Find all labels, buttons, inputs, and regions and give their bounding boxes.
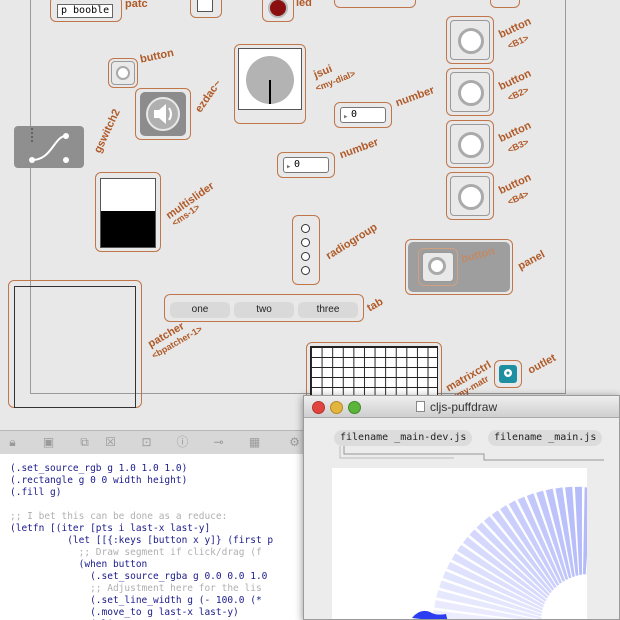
toggle[interactable] <box>197 0 213 12</box>
code-line: ;; Adjustment here for the lis <box>10 583 262 594</box>
close-icon[interactable] <box>312 401 325 414</box>
number-box-2-value: 0 <box>294 159 301 170</box>
slider-icon[interactable]: ⊸ <box>212 436 225 449</box>
code-line: (.set_source_rgb g 1.0 1.0 1.0) <box>10 463 188 474</box>
code-line: (.rectangle g 0 0 width height) <box>10 475 188 486</box>
filename-main-button[interactable]: filename _main.js <box>488 430 603 446</box>
outlet-icon <box>504 369 512 377</box>
chart-icon[interactable]: ⊡ <box>140 436 153 449</box>
stroke-segment <box>583 487 587 575</box>
filename-dev-button[interactable]: filename _main-dev.js <box>334 430 473 446</box>
matrixctrl[interactable] <box>310 346 438 402</box>
code-line: (.set_source_rgba g 0.0 0.0 1.0 <box>10 571 268 582</box>
gear-icon[interactable]: ⚙ <box>288 436 301 449</box>
jsui-dial[interactable] <box>238 48 302 110</box>
led-label: led <box>296 0 312 9</box>
number-box-1-value: 0 <box>351 109 358 120</box>
drawing <box>412 486 587 619</box>
button-b3[interactable] <box>450 124 490 164</box>
window-titlebar: cljs-puffdraw <box>304 396 619 418</box>
multislider[interactable] <box>100 178 156 248</box>
info-icon[interactable]: ⓘ <box>176 436 189 449</box>
object-box[interactable]: p booble <box>57 4 113 18</box>
tab-two[interactable]: two <box>234 302 294 318</box>
document-icon <box>416 401 425 412</box>
code-line: (letfn [(iter [pts i last-x last-y] <box>10 523 211 534</box>
code-line: (when button <box>10 559 148 570</box>
top-object-frame <box>334 0 416 8</box>
cljs-window: cljs-puffdraw filename _main-dev.js file… <box>303 395 620 620</box>
button-b4[interactable] <box>450 176 490 216</box>
number-box-1[interactable]: ▸ 0 <box>340 107 386 123</box>
panel-bang-button[interactable] <box>422 252 454 282</box>
bang-button[interactable] <box>111 61 135 85</box>
gswitch2[interactable] <box>14 126 84 168</box>
window-title: cljs-puffdraw <box>430 400 498 414</box>
number-box-2[interactable]: ▸ 0 <box>283 157 329 173</box>
dial-icon <box>246 56 294 104</box>
code-line: (.move_to g last-x last-y) <box>10 607 239 618</box>
button-b2[interactable] <box>450 72 490 112</box>
patch-cords <box>339 446 604 461</box>
draw-canvas[interactable] <box>332 468 587 619</box>
button-b1[interactable] <box>450 20 490 60</box>
patcher-label-top: patc <box>125 0 148 10</box>
speaker-icon <box>146 97 180 131</box>
patcher-toolbar: 🔒︎ ▣ ⧉ ☒ ⊡ ⓘ ⊸ ▦ ⚙ <box>0 430 310 454</box>
lock-icon[interactable]: 🔒︎ <box>6 436 19 449</box>
presentation-icon[interactable]: ▣ <box>42 436 55 449</box>
tab-one[interactable]: one <box>170 302 230 318</box>
code-line: ;; Draw segment if click/drag (f <box>10 547 262 558</box>
code-line: (.set_line_width g (- 100.0 (* <box>10 595 262 606</box>
ezdac-button[interactable] <box>140 92 186 136</box>
code-line: (.fill g) <box>10 487 62 498</box>
bpatcher[interactable] <box>14 286 136 408</box>
connect-icon[interactable]: ⧉ <box>78 436 91 449</box>
top-right-frame <box>490 0 520 8</box>
patcher-canvas: p booble patc led button ezdac~ gswitch2… <box>0 0 620 430</box>
code-line: (let [[{:keys [button x y]} (first p <box>10 535 274 546</box>
outlet[interactable] <box>499 365 517 383</box>
clear-icon[interactable]: ☒ <box>104 436 117 449</box>
radiogroup[interactable] <box>297 220 315 282</box>
grid-icon[interactable]: ▦ <box>248 436 261 449</box>
minimize-icon[interactable] <box>330 401 343 414</box>
zoom-icon[interactable] <box>348 401 361 414</box>
code-editor[interactable]: (.set_source_rgb g 1.0 1.0 1.0) (.rectang… <box>0 454 310 620</box>
switch-curve-icon <box>29 128 69 163</box>
tab-three[interactable]: three <box>298 302 358 318</box>
code-line: ;; I bet this can be done as a reduce: <box>10 511 228 522</box>
